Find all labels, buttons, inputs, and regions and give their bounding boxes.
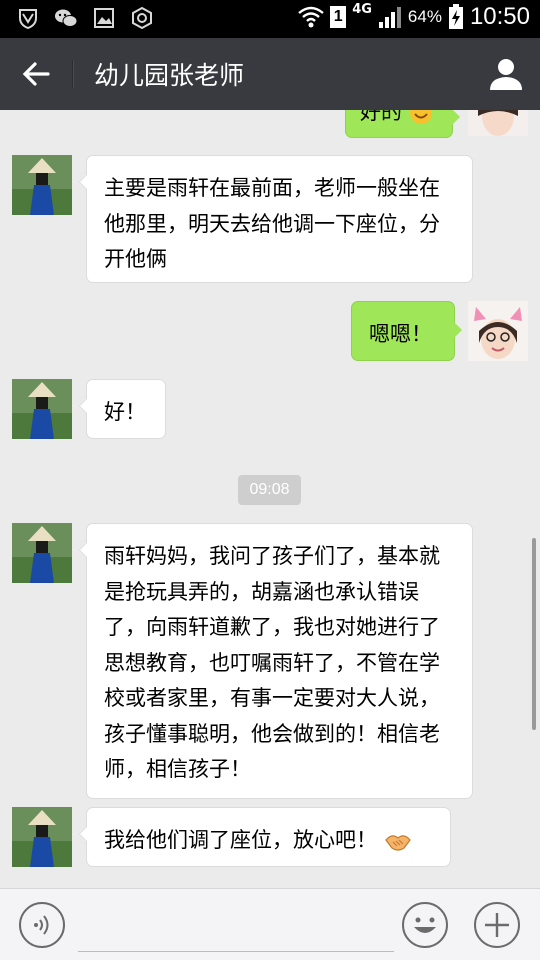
status-right: 1 4G 64% 10:50 bbox=[298, 1, 530, 31]
input-bar bbox=[0, 888, 540, 960]
teacher-avatar[interactable] bbox=[12, 379, 72, 439]
my-avatar[interactable] bbox=[468, 110, 528, 136]
message-bubble-received[interactable]: 雨轩妈妈，我问了孩子们了，基本就是抢玩具弄的，胡嘉涵也承认错误了，向雨轩道歉了，… bbox=[79, 523, 473, 799]
message-bubble-received[interactable]: 主要是雨轩在最前面，老师一般坐在他那里，明天去给他调一下座位，分开他俩 bbox=[79, 155, 473, 283]
message-bubble-received[interactable]: 好！ bbox=[79, 379, 166, 439]
message-input[interactable] bbox=[78, 903, 394, 952]
vpn-shield-icon bbox=[19, 9, 37, 30]
wifi-icon bbox=[298, 6, 324, 28]
page-title: 幼儿园张老师 bbox=[94, 61, 245, 90]
voice-icon[interactable] bbox=[18, 901, 66, 949]
person-icon[interactable] bbox=[486, 54, 526, 94]
emoji-face-icon[interactable] bbox=[401, 901, 449, 949]
settings-hex-icon bbox=[132, 6, 152, 30]
network-type: 4G bbox=[352, 1, 372, 17]
sim-indicator: 1 bbox=[330, 6, 347, 28]
teacher-avatar[interactable] bbox=[12, 807, 72, 867]
teacher-avatar[interactable] bbox=[12, 523, 72, 583]
chat-scrollbar[interactable] bbox=[532, 538, 536, 730]
header-divider bbox=[72, 60, 73, 88]
status-left-icons bbox=[16, 6, 154, 30]
signal-bars-icon bbox=[378, 7, 401, 28]
my-avatar[interactable] bbox=[468, 301, 528, 361]
message-bubble-sent[interactable]: 嗯嗯！ bbox=[351, 301, 462, 361]
chat-header: 幼儿园张老师 bbox=[0, 38, 540, 110]
back-arrow-icon[interactable] bbox=[18, 54, 58, 94]
message-text: 好的 bbox=[360, 110, 402, 124]
gallery-icon bbox=[94, 8, 114, 28]
plus-icon[interactable] bbox=[473, 901, 521, 949]
message-text: 好！ bbox=[104, 400, 146, 424]
chat-area[interactable]: 好的 主要是雨轩在最前面，老师一般坐在他那里，明天去给他调一下座位，分开他俩 嗯… bbox=[0, 110, 540, 888]
message-text: 我给他们调了座位，放心吧！ bbox=[104, 828, 377, 852]
battery-charging-icon bbox=[448, 4, 463, 29]
status-bar: 1 4G 64% 10:50 bbox=[0, 0, 540, 38]
message-bubble-received[interactable]: 我给他们调了座位，放心吧！ bbox=[79, 807, 451, 867]
handshake-emoji bbox=[384, 835, 411, 851]
message-text: 嗯嗯！ bbox=[369, 322, 432, 346]
smile-emoji bbox=[409, 110, 432, 124]
wechat-icon bbox=[55, 9, 78, 27]
clock: 10:50 bbox=[469, 3, 530, 30]
message-text: 雨轩妈妈，我问了孩子们了，基本就是抢玩具弄的，胡嘉涵也承认错误了，向雨轩道歉了，… bbox=[104, 544, 440, 781]
message-text: 主要是雨轩在最前面，老师一般坐在他那里，明天去给他调一下座位，分开他俩 bbox=[104, 176, 440, 271]
timestamp-divider: 09:08 bbox=[238, 475, 301, 505]
teacher-avatar[interactable] bbox=[12, 155, 72, 215]
message-bubble-sent[interactable]: 好的 bbox=[345, 110, 460, 138]
battery-percent: 64% bbox=[407, 7, 442, 26]
